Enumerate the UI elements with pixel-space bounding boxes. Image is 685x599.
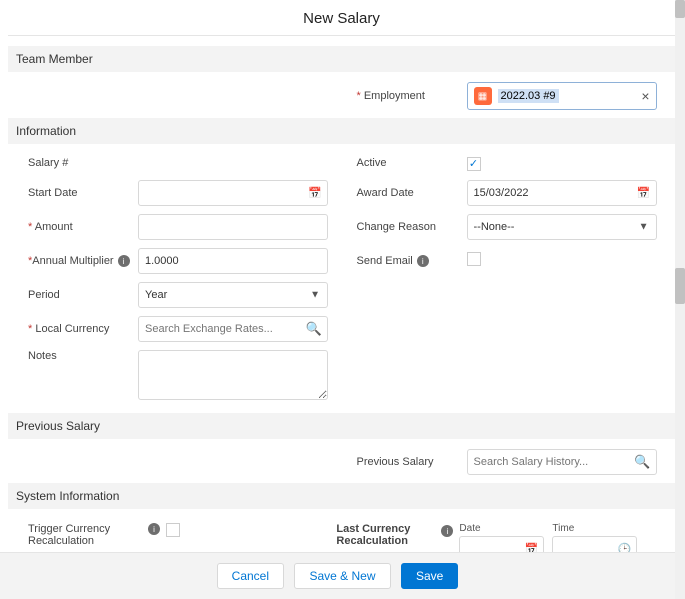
change-reason-value: --None-- [467, 214, 657, 240]
label-recalc-date: Date [459, 523, 544, 534]
annual-multiplier-input[interactable] [138, 248, 328, 274]
award-date-field[interactable]: 📅 [467, 180, 657, 206]
info-icon[interactable]: i [118, 255, 130, 267]
label-recalc-time: Time [552, 523, 637, 534]
label-last-recalc: Last Currency Recalculation [336, 523, 431, 547]
calendar-icon[interactable]: 📅 [637, 187, 651, 200]
page-title: New Salary [8, 0, 675, 35]
scrollbar-thumb[interactable] [675, 268, 685, 304]
section-previous-salary: Previous Salary [8, 413, 675, 439]
chevron-down-icon: ▼ [310, 290, 320, 301]
info-icon[interactable]: i [148, 523, 160, 535]
start-date-input[interactable] [138, 180, 328, 206]
search-icon[interactable]: 🔍 [306, 321, 322, 337]
section-information: Information [8, 118, 675, 144]
label-award-date: Award Date [357, 187, 467, 199]
label-previous-salary: Previous Salary [357, 456, 467, 468]
change-reason-select[interactable]: --None-- ▼ [467, 214, 657, 240]
divider [8, 35, 675, 36]
label-local-currency: Local Currency [28, 323, 138, 335]
chevron-down-icon: ▼ [639, 222, 649, 233]
previous-salary-lookup[interactable]: 🔍 [467, 449, 657, 475]
active-checkbox[interactable] [467, 157, 481, 171]
notes-textarea[interactable] [138, 350, 328, 400]
cancel-button[interactable]: Cancel [217, 563, 284, 589]
send-email-checkbox[interactable] [467, 252, 481, 266]
period-value: Year [138, 282, 328, 308]
vertical-scrollbar[interactable] [675, 0, 685, 599]
search-icon[interactable]: 🔍 [634, 454, 650, 470]
section-team-member: Team Member [8, 46, 675, 72]
period-select[interactable]: Year ▼ [138, 282, 328, 308]
local-currency-lookup[interactable]: 🔍 [138, 316, 328, 342]
label-active: Active [357, 157, 467, 169]
info-icon[interactable]: i [441, 525, 453, 537]
save-and-new-button[interactable]: Save & New [294, 563, 390, 589]
trigger-recalc-checkbox[interactable] [166, 523, 180, 537]
label-trigger-recalc: Trigger Currency Recalculation [28, 523, 138, 547]
label-employment: Employment [357, 90, 467, 102]
employment-lookup[interactable]: ▦ 2022.03 #9 × [467, 82, 657, 110]
employment-record-icon: ▦ [474, 87, 492, 105]
calendar-icon[interactable]: 📅 [308, 187, 322, 200]
employment-value: 2022.03 #9 [498, 89, 559, 103]
label-amount: Amount [28, 221, 138, 233]
save-button[interactable]: Save [401, 563, 458, 589]
amount-input[interactable] [138, 214, 328, 240]
previous-salary-input[interactable] [467, 449, 657, 475]
label-change-reason: Change Reason [357, 221, 467, 233]
label-annual-multiplier: Annual Multiplier i [28, 255, 138, 267]
label-salary-num: Salary # [28, 157, 138, 169]
label-send-email-text: Send Email [357, 255, 413, 267]
clear-icon[interactable]: × [641, 88, 649, 104]
section-system-information: System Information [8, 483, 675, 509]
label-notes: Notes [28, 350, 138, 362]
local-currency-input[interactable] [138, 316, 328, 342]
label-start-date: Start Date [28, 187, 138, 199]
start-date-field[interactable]: 📅 [138, 180, 328, 206]
award-date-input[interactable] [467, 180, 657, 206]
info-icon[interactable]: i [417, 255, 429, 267]
label-period: Period [28, 289, 138, 301]
button-bar: Cancel Save & New Save [0, 552, 675, 599]
label-send-email: Send Email i [357, 255, 467, 267]
scrollbar-thumb[interactable] [675, 0, 685, 18]
label-annual-multiplier-text: Annual Multiplier [32, 255, 113, 267]
